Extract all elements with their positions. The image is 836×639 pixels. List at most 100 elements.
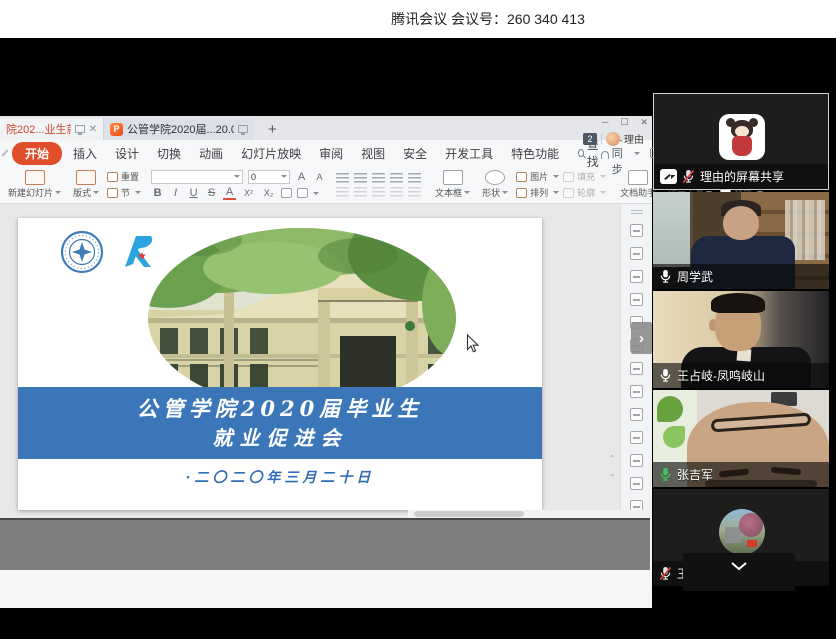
font-size-select[interactable]: 0 — [248, 170, 290, 184]
search-icon — [578, 149, 584, 157]
grow-font-button[interactable]: A — [295, 171, 308, 183]
columns-icon[interactable] — [408, 187, 421, 197]
arrange-button[interactable]: 排列 — [516, 186, 559, 199]
ribbon-tab-view[interactable]: 视图 — [352, 143, 394, 164]
ribbon-tab-animation[interactable]: 动画 — [190, 143, 232, 164]
new-slide-button[interactable]: 新建幻灯片 — [4, 170, 65, 199]
new-tab-button[interactable]: + — [268, 121, 277, 140]
image-pane-icon[interactable] — [630, 454, 643, 467]
slide-nav-arrows[interactable]: ⌃⌄ — [609, 454, 616, 478]
italic-button[interactable]: I — [169, 187, 182, 199]
doc-assistant-icon — [628, 170, 648, 185]
minimize-button[interactable]: ─ — [602, 117, 608, 128]
outline-button[interactable]: 轮廓 — [563, 186, 606, 199]
tab-close-icon[interactable]: ✕ — [89, 124, 97, 135]
presenting-monitor-icon — [75, 125, 85, 133]
underline-button[interactable]: U — [187, 187, 200, 199]
ribbon-tab-design[interactable]: 设计 — [106, 143, 148, 164]
emoji-pane-icon[interactable] — [630, 270, 643, 283]
slide-title-line2: 就业促进会 — [213, 424, 348, 452]
media-pane-icon[interactable] — [630, 385, 643, 398]
document-tab-1[interactable]: 院202...业生就业促进会 ✕ — [0, 118, 104, 140]
shrink-font-button[interactable]: A — [313, 172, 326, 182]
section-button[interactable]: 节 — [107, 186, 141, 199]
participant-video[interactable]: 理由的屏幕共享 — [653, 93, 829, 190]
align-center-icon[interactable] — [354, 187, 367, 197]
paragraph-group — [336, 168, 421, 201]
comment-pane-icon[interactable] — [630, 431, 643, 444]
account-name: 理由 — [624, 131, 644, 146]
section-icon — [107, 188, 118, 198]
fill-button[interactable]: 填充 — [563, 170, 606, 183]
reset-icon — [107, 172, 118, 182]
document-tab-2[interactable]: P 公管学院2020届...20.03.20） — [104, 118, 254, 140]
participant-video[interactable]: 周学武 — [653, 192, 829, 289]
screen-share-area: 院202...业生就业促进会 ✕ P 公管学院2020届...20.03.20）… — [0, 38, 836, 639]
collapse-videos-button[interactable] — [683, 553, 795, 591]
ribbon-tab-devtools[interactable]: 开发工具 — [436, 143, 502, 164]
ribbon-tab-transition[interactable]: 切换 — [148, 143, 190, 164]
reset-button[interactable]: 重置 — [107, 170, 141, 183]
text-effects-icon[interactable] — [297, 188, 308, 198]
font-color-button[interactable]: A — [223, 187, 236, 200]
subscript-button[interactable]: X₂ — [261, 188, 276, 198]
participant-name-bar: 周学武 — [653, 264, 829, 289]
align-right-icon[interactable] — [372, 187, 385, 197]
audio-pane-icon[interactable] — [630, 477, 643, 490]
animation-pane-icon[interactable] — [630, 224, 643, 237]
bullet-list-icon[interactable] — [336, 173, 349, 183]
participant-name: 王占岐-凤鸣岐山 — [677, 367, 765, 384]
ribbon-tab-home[interactable]: 开始 — [12, 142, 62, 165]
slide-canvas: 公管学院2020届毕业生 就业促进会 ·二〇二〇年三月二十日 ⌃⌄ — [0, 204, 652, 518]
ribbon-tab-insert[interactable]: 插入 — [64, 143, 106, 164]
picture-button[interactable]: 图片 — [516, 170, 559, 183]
superscript-button[interactable]: X² — [241, 188, 256, 198]
font-name-select[interactable] — [151, 170, 243, 184]
justify-icon[interactable] — [390, 187, 403, 197]
participant-video[interactable]: 张吉军 — [653, 390, 829, 487]
participant-video[interactable]: 王占岐-凤鸣岐山 — [653, 291, 829, 388]
ribbon-tab-features[interactable]: 特色功能 — [502, 143, 568, 164]
text-box-icon — [443, 170, 463, 185]
close-button[interactable]: ✕ — [640, 117, 648, 128]
ribbon-tab-review[interactable]: 审阅 — [310, 143, 352, 164]
participant-name: 周学武 — [677, 268, 713, 285]
quick-access-icon[interactable] — [1, 149, 8, 156]
properties-pane-icon[interactable] — [630, 362, 643, 375]
mic-on-icon — [659, 368, 672, 383]
meeting-title-bar: 腾讯会议 会议号：260 340 413 — [0, 0, 836, 38]
increase-indent-icon[interactable] — [390, 173, 403, 183]
text-box-button[interactable]: 文本框 — [431, 170, 474, 199]
slide-title-line1: 公管学院2020届毕业生 — [137, 394, 423, 424]
participant-name: 张吉军 — [677, 466, 713, 483]
slide[interactable]: 公管学院2020届毕业生 就业促进会 ·二〇二〇年三月二十日 — [18, 218, 542, 510]
participant-video-panel: 理由的屏幕共享 周学武 — [653, 93, 829, 593]
video-panel-toggle-button[interactable]: › — [631, 322, 652, 354]
shapes-button[interactable]: 形状 — [478, 170, 512, 199]
align-left-icon[interactable] — [336, 187, 349, 197]
ribbon-tab-security[interactable]: 安全 — [394, 143, 436, 164]
layout-button[interactable]: 版式 — [69, 170, 103, 199]
maximize-button[interactable]: ☐ — [620, 117, 628, 128]
avatar — [719, 114, 765, 160]
horizontal-scrollbar[interactable] — [408, 510, 652, 518]
ribbon-tab-slideshow[interactable]: 幻灯片放映 — [232, 143, 310, 164]
stamp-pane-icon[interactable] — [630, 293, 643, 306]
strikethrough-button[interactable]: S — [205, 187, 218, 199]
arrange-icon — [516, 188, 527, 198]
export-pane-icon[interactable] — [630, 408, 643, 421]
numbered-list-icon[interactable] — [354, 173, 367, 183]
shapes-icon — [485, 170, 505, 185]
wps-account-chip[interactable]: 2 理由 — [583, 131, 644, 146]
picture-icon — [516, 172, 527, 182]
meeting-id-text: 腾讯会议 会议号：260 340 413 — [391, 9, 585, 29]
pane-grip-icon[interactable] — [631, 210, 643, 214]
decrease-indent-icon[interactable] — [372, 173, 385, 183]
line-spacing-icon[interactable] — [408, 173, 421, 183]
clear-format-icon[interactable] — [281, 188, 292, 198]
participant-name-bar: 张吉军 — [653, 462, 829, 487]
wps-ribbon-tabs: 开始 插入 设计 切换 动画 幻灯片放映 审阅 视图 安全 开发工具 特色功能 … — [0, 140, 652, 166]
outline-icon — [563, 188, 574, 198]
selection-pane-icon[interactable] — [630, 247, 643, 260]
bold-button[interactable]: B — [151, 187, 164, 199]
